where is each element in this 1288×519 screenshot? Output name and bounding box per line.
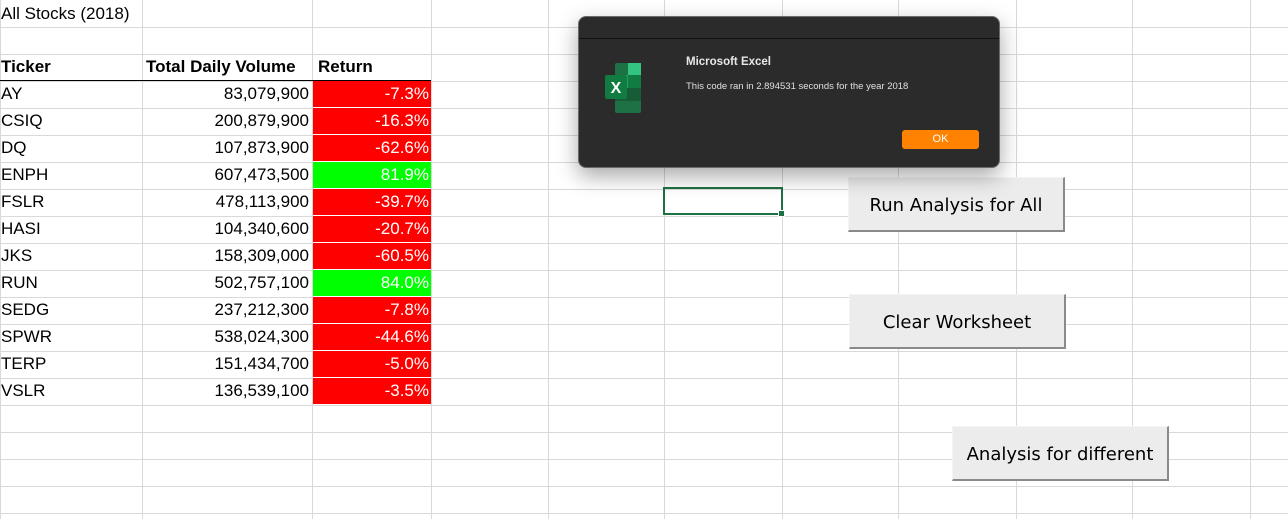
ticker-cell[interactable]: SPWR	[1, 324, 141, 350]
header-ticker[interactable]: Ticker	[1, 54, 141, 80]
grid-column-line	[1250, 0, 1251, 519]
volume-cell[interactable]: 200,879,900	[143, 108, 311, 134]
analysis-different-button[interactable]: Analysis for different	[952, 426, 1169, 481]
run-analysis-all-button[interactable]: Run Analysis for All	[848, 177, 1065, 232]
clear-worksheet-button[interactable]: Clear Worksheet	[849, 294, 1066, 349]
ticker-cell[interactable]: FSLR	[1, 189, 141, 215]
volume-cell[interactable]: 158,309,000	[143, 243, 311, 269]
fill-handle[interactable]	[778, 210, 785, 217]
grid-column-line	[548, 0, 549, 519]
volume-cell[interactable]: 607,473,500	[143, 162, 311, 188]
volume-cell[interactable]: 107,873,900	[143, 135, 311, 161]
return-cell[interactable]: -44.6%	[313, 324, 431, 350]
return-cell[interactable]: -39.7%	[313, 189, 431, 215]
volume-cell[interactable]: 478,113,900	[143, 189, 311, 215]
return-cell[interactable]: -7.8%	[313, 297, 431, 323]
volume-cell[interactable]: 538,024,300	[143, 324, 311, 350]
return-cell[interactable]: -60.5%	[313, 243, 431, 269]
svg-text:X: X	[611, 80, 622, 97]
excel-app-icon: X	[605, 63, 641, 113]
volume-cell[interactable]: 104,340,600	[143, 216, 311, 242]
ticker-cell[interactable]: SEDG	[1, 297, 141, 323]
sheet-title-cell[interactable]: All Stocks (2018)	[1, 1, 141, 27]
return-cell[interactable]: -5.0%	[313, 351, 431, 377]
grid-row-line	[0, 405, 1288, 406]
ok-button[interactable]: OK	[902, 130, 979, 149]
selected-cell[interactable]	[663, 187, 785, 217]
return-cell[interactable]: -3.5%	[313, 378, 431, 404]
volume-cell[interactable]: 151,434,700	[143, 351, 311, 377]
ticker-cell[interactable]: HASI	[1, 216, 141, 242]
volume-cell[interactable]: 502,757,100	[143, 270, 311, 296]
volume-cell[interactable]: 237,212,300	[143, 297, 311, 323]
ticker-cell[interactable]: JKS	[1, 243, 141, 269]
ticker-cell[interactable]: AY	[1, 81, 141, 107]
dialog-titlebar-divider	[579, 38, 999, 39]
header-return[interactable]: Return	[318, 54, 436, 80]
return-cell[interactable]: -20.7%	[313, 216, 431, 242]
return-cell[interactable]: -62.6%	[313, 135, 431, 161]
ticker-cell[interactable]: DQ	[1, 135, 141, 161]
ticker-cell[interactable]: RUN	[1, 270, 141, 296]
return-cell[interactable]: -16.3%	[313, 108, 431, 134]
volume-cell[interactable]: 83,079,900	[143, 81, 311, 107]
ticker-cell[interactable]: CSIQ	[1, 108, 141, 134]
ticker-cell[interactable]: TERP	[1, 351, 141, 377]
return-cell[interactable]: 84.0%	[313, 270, 431, 296]
return-cell[interactable]: 81.9%	[313, 162, 431, 188]
grid-row-line	[0, 486, 1288, 487]
volume-cell[interactable]: 136,539,100	[143, 378, 311, 404]
header-volume[interactable]: Total Daily Volume	[146, 54, 314, 80]
ticker-cell[interactable]: ENPH	[1, 162, 141, 188]
dialog-title: Microsoft Excel	[686, 56, 771, 68]
ticker-cell[interactable]: VSLR	[1, 378, 141, 404]
return-cell[interactable]: -7.3%	[313, 81, 431, 107]
message-dialog: X Microsoft Excel This code ran in 2.894…	[578, 16, 1000, 168]
dialog-message: This code ran in 2.894531 seconds for th…	[686, 81, 909, 92]
grid-row-line	[0, 513, 1288, 514]
